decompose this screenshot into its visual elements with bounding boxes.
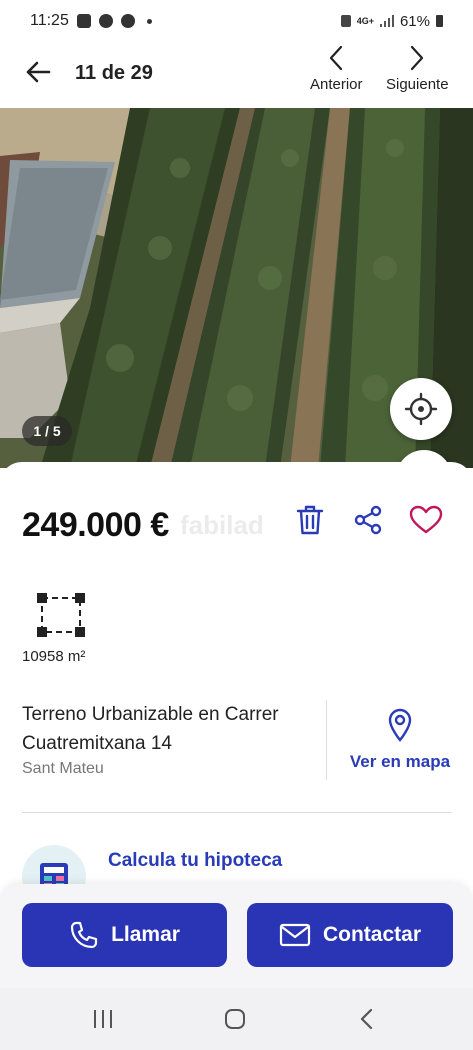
mail-icon: [279, 923, 311, 947]
listing-details: fabilad 249.000 € 10958 m² Terreno Urban…: [0, 462, 473, 922]
chevron-right-icon: [411, 45, 424, 71]
share-icon: [354, 505, 382, 535]
address-city: Sant Mateu: [22, 760, 104, 777]
phone-icon: [70, 921, 98, 949]
network-type: 4G+: [356, 15, 374, 26]
more-notifications-icon: [146, 18, 152, 24]
next-label: Siguiente: [386, 76, 449, 93]
listing-photo[interactable]: 1 / 5: [0, 108, 473, 468]
chevron-left-icon: [330, 45, 343, 71]
listing-price: 249.000 €: [22, 506, 169, 544]
locate-icon: [404, 392, 438, 426]
recent-apps-icon: [94, 1010, 112, 1028]
alarm-icon: [340, 15, 351, 27]
previous-button[interactable]: Anterior: [310, 44, 363, 93]
battery-level: 61%: [399, 12, 430, 30]
status-right: 4G+ 61%: [340, 12, 443, 30]
battery-icon: [436, 15, 443, 27]
previous-label: Anterior: [310, 76, 363, 93]
contact-label: Contactar: [322, 923, 422, 946]
discard-button[interactable]: [292, 502, 328, 538]
divider: [326, 700, 327, 780]
next-button[interactable]: Siguiente: [386, 44, 449, 93]
area-value: 10958 m²: [22, 648, 86, 665]
messenger-notification-icon: [98, 14, 113, 28]
system-back-button[interactable]: [352, 1006, 382, 1032]
signal-icon: [379, 15, 394, 27]
heart-icon: [409, 505, 443, 534]
area-icon: [37, 593, 85, 637]
back-button[interactable]: [22, 56, 54, 88]
home-button[interactable]: [220, 1006, 250, 1032]
mortgage-calculator-link[interactable]: Calcula tu hipoteca: [108, 850, 282, 872]
listing-counter: 11 de 29: [75, 62, 153, 84]
photo-counter: 1 / 5: [22, 416, 72, 446]
favorite-button[interactable]: [408, 502, 444, 538]
gallery-notification-icon: [76, 14, 91, 28]
chrome-notification-icon: [120, 14, 135, 28]
address-line-1: Terreno Urbanizable en Carrer: [22, 704, 279, 725]
status-time: 11:25: [30, 12, 69, 29]
divider: [22, 812, 452, 813]
back-arrow-icon: [26, 61, 51, 83]
system-nav-bar: [0, 988, 473, 1050]
home-icon: [225, 1009, 245, 1029]
view-on-map-label: Ver en mapa: [349, 752, 451, 771]
locate-button[interactable]: [390, 378, 452, 440]
address-block: Terreno Urbanizable en Carrer Cuatremitx…: [22, 700, 312, 778]
watermark: fabilad: [180, 510, 264, 540]
share-button[interactable]: [350, 502, 386, 538]
system-back-icon: [360, 1008, 373, 1030]
contact-button[interactable]: Contactar: [247, 903, 453, 967]
trash-icon: [296, 505, 324, 535]
address-line-2: Cuatremitxana 14: [22, 733, 172, 754]
call-label: Llamar: [111, 923, 180, 946]
view-on-map-link[interactable]: Ver en mapa: [340, 708, 460, 772]
status-bar: 11:25 4G+ 61%: [0, 0, 473, 42]
recent-apps-button[interactable]: [88, 1006, 118, 1032]
top-nav: 11 de 29 Anterior Siguiente: [0, 42, 473, 108]
map-pin-icon: [388, 708, 412, 742]
status-left: 11:25: [30, 12, 152, 30]
bottom-action-bar: Llamar Contactar: [0, 884, 473, 988]
call-button[interactable]: Llamar: [22, 903, 227, 967]
